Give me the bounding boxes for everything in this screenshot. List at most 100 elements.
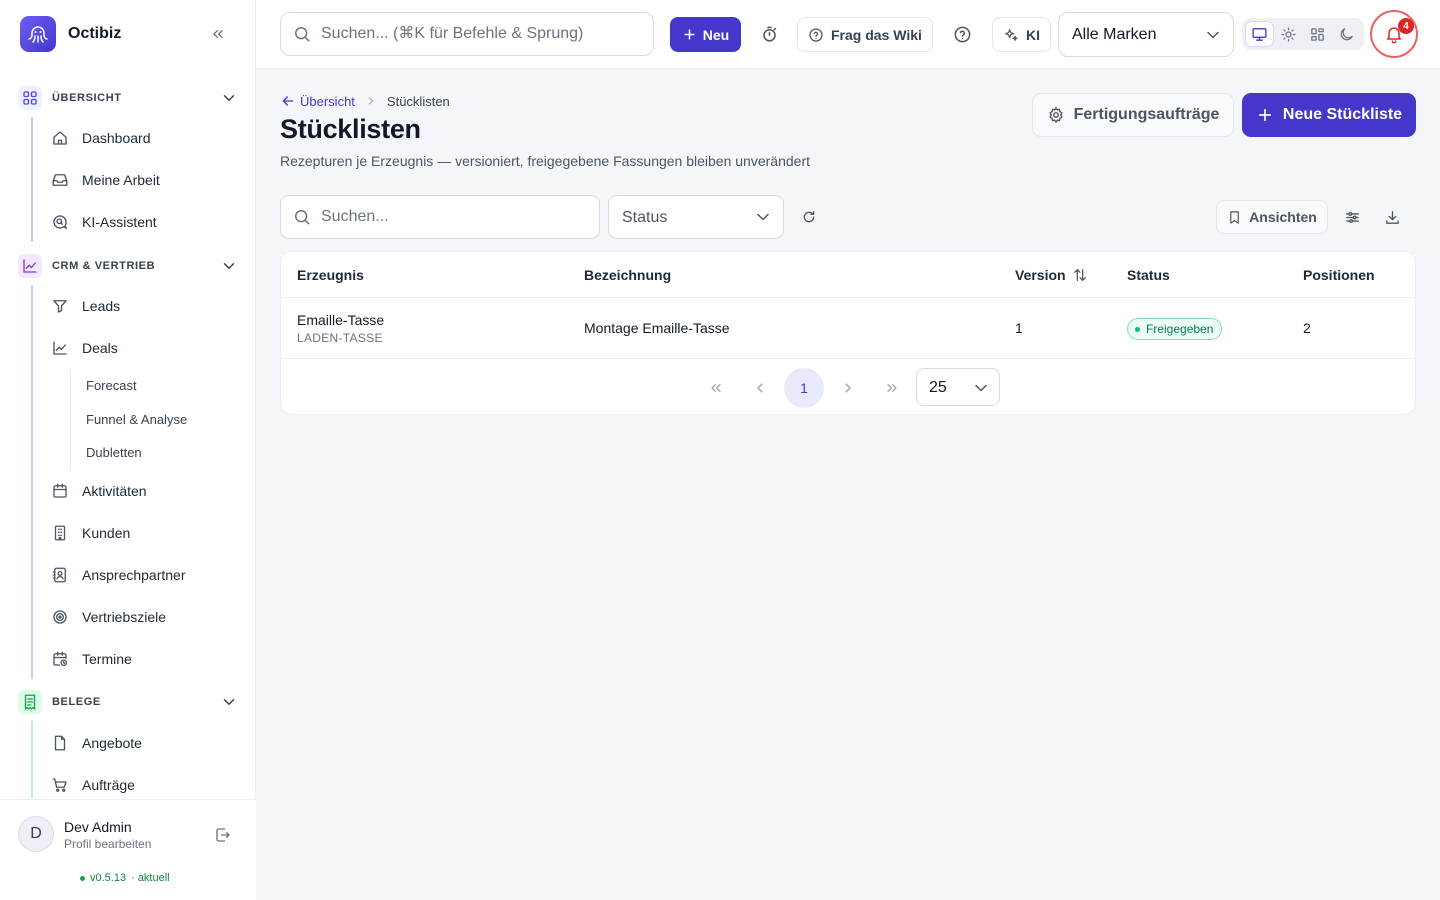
column-header-description[interactable]: Bezeichnung <box>584 267 671 283</box>
status-badge: Freigegeben <box>1127 318 1223 340</box>
table-search-input[interactable] <box>321 196 591 238</box>
ai-button[interactable]: KI <box>992 17 1051 52</box>
monitor-icon <box>1252 27 1267 41</box>
brand-select-value: Alle Marken <box>1072 26 1157 43</box>
timer-button[interactable] <box>757 22 781 46</box>
receipt-icon <box>18 690 42 714</box>
chevron-down-icon <box>1203 25 1223 45</box>
sidebar-subitem-label: Funnel & Analyse <box>86 411 188 427</box>
nav-section-overview[interactable]: ÜBERSICHT <box>0 76 256 120</box>
page-size-select[interactable]: 25 <box>916 368 1000 406</box>
notifications-button[interactable]: 4 <box>1370 10 1418 58</box>
new-bom-button[interactable]: Neue Stückliste <box>1242 93 1416 137</box>
download-icon <box>1385 210 1399 224</box>
inbox-icon <box>50 170 70 190</box>
page-button-current[interactable]: 1 <box>784 368 824 408</box>
theme-layout-button[interactable] <box>1303 21 1332 47</box>
table-search[interactable] <box>280 195 600 239</box>
nav-section-line <box>31 285 33 679</box>
status-badge-label: Freigegeben <box>1146 322 1214 336</box>
refresh-icon <box>803 211 815 223</box>
production-orders-label: Fertigungsaufträge <box>1073 106 1220 123</box>
status-dot <box>1135 326 1140 332</box>
chevron-down-icon <box>218 87 240 109</box>
home-icon <box>50 128 70 148</box>
sidebar-subitem-duplicates[interactable]: Dubletten <box>78 437 238 467</box>
nav-section-documents[interactable]: BELEGE <box>0 680 256 724</box>
views-button[interactable]: Ansichten <box>1216 200 1328 234</box>
next-page-button[interactable] <box>828 368 868 408</box>
version-info: v0.5.13 · aktuell <box>80 872 170 884</box>
calendar-icon <box>50 481 70 501</box>
production-orders-button[interactable]: Fertigungsaufträge <box>1032 93 1234 137</box>
nav-section-crm[interactable]: CRM & VERTRIEB <box>0 244 256 288</box>
sort-icon <box>1073 269 1086 281</box>
column-header-product[interactable]: Erzeugnis <box>297 267 364 283</box>
sidebar-item-orders[interactable]: Aufträge <box>42 766 242 798</box>
filter-icon <box>50 296 70 316</box>
sidebar-subitem-funnel[interactable]: Funnel & Analyse <box>78 404 238 434</box>
user-area: D Dev Admin Profil bearbeiten v0.5.13 · … <box>0 799 256 900</box>
chevron-down-icon <box>218 691 240 713</box>
new-bom-label: Neue Stückliste <box>1282 106 1403 123</box>
sidebar-item-my-work[interactable]: Meine Arbeit <box>42 161 242 199</box>
column-header-version[interactable]: Version <box>1015 267 1088 283</box>
theme-light-button[interactable] <box>1274 21 1303 47</box>
brand-select[interactable]: Alle Marken <box>1058 12 1234 57</box>
previous-page-button[interactable] <box>740 368 780 408</box>
theme-dark-button[interactable] <box>1332 21 1361 47</box>
breadcrumb-back-link[interactable]: Übersicht <box>280 93 355 109</box>
refresh-button[interactable] <box>798 206 820 228</box>
help-circle-icon <box>954 26 970 42</box>
sidebar-item-label: Leads <box>82 298 121 314</box>
sidebar-item-deals[interactable]: Deals <box>42 329 242 367</box>
status-filter-select[interactable]: Status <box>608 195 784 239</box>
sidebar-item-contacts[interactable]: Ansprechpartner <box>42 556 242 594</box>
collapse-sidebar-button[interactable] <box>206 23 230 45</box>
export-button[interactable] <box>1381 206 1403 228</box>
avatar[interactable]: D <box>18 816 54 852</box>
sidebar-item-label: Deals <box>82 340 118 356</box>
theme-system-button[interactable] <box>1245 21 1274 47</box>
nav-section-line <box>31 721 33 798</box>
edit-profile-link[interactable]: Profil bearbeiten <box>64 837 151 851</box>
octopus-logo-icon <box>20 16 56 52</box>
sidebar-item-activities[interactable]: Aktivitäten <box>42 472 242 510</box>
nav-section-label: BELEGE <box>52 696 101 708</box>
global-search[interactable] <box>280 12 654 56</box>
notification-count-badge: 4 <box>1398 18 1414 34</box>
sidebar-subitem-forecast[interactable]: Forecast <box>78 370 238 400</box>
calendar-clock-icon <box>50 649 70 669</box>
shopping-cart-icon <box>50 775 70 795</box>
column-header-status[interactable]: Status <box>1127 267 1170 283</box>
sidebar-item-quotes[interactable]: Angebote <box>42 724 242 762</box>
sidebar-item-label: Aktivitäten <box>82 483 147 499</box>
column-header-positions[interactable]: Positionen <box>1303 267 1375 283</box>
first-page-button[interactable] <box>696 368 736 408</box>
status-filter-value: Status <box>622 209 668 226</box>
global-search-input[interactable] <box>321 13 641 55</box>
sidebar-item-sales-targets[interactable]: Vertriebsziele <box>42 598 242 636</box>
moon-icon <box>1340 27 1353 40</box>
logout-button[interactable] <box>212 824 234 846</box>
ai-button-label: KI <box>1026 26 1040 43</box>
message-search-icon <box>50 212 70 232</box>
sidebar-item-appointments[interactable]: Termine <box>42 640 242 678</box>
last-page-button[interactable] <box>872 368 912 408</box>
arrow-left-icon <box>282 96 294 106</box>
brand[interactable]: Octibiz <box>20 16 121 52</box>
status-dot <box>80 875 85 881</box>
column-settings-button[interactable] <box>1341 206 1363 228</box>
sub-nav-line <box>70 370 71 470</box>
table-row[interactable]: Emaille-Tasse LADEN-TASSE Montage Emaill… <box>281 298 1415 359</box>
search-icon <box>292 24 312 44</box>
sidebar-item-customers[interactable]: Kunden <box>42 514 242 552</box>
sidebar-item-leads[interactable]: Leads <box>42 287 242 325</box>
sidebar-item-dashboard[interactable]: Dashboard <box>42 119 242 157</box>
new-button[interactable]: Neu <box>670 17 741 52</box>
help-button[interactable] <box>950 22 974 46</box>
sidebar-item-ai-assistant[interactable]: KI-Assistent <box>42 203 242 241</box>
cell-product-sku: LADEN-TASSE <box>297 331 383 345</box>
ask-wiki-button[interactable]: Frag das Wiki <box>797 17 933 52</box>
bookmark-icon <box>1230 210 1239 224</box>
